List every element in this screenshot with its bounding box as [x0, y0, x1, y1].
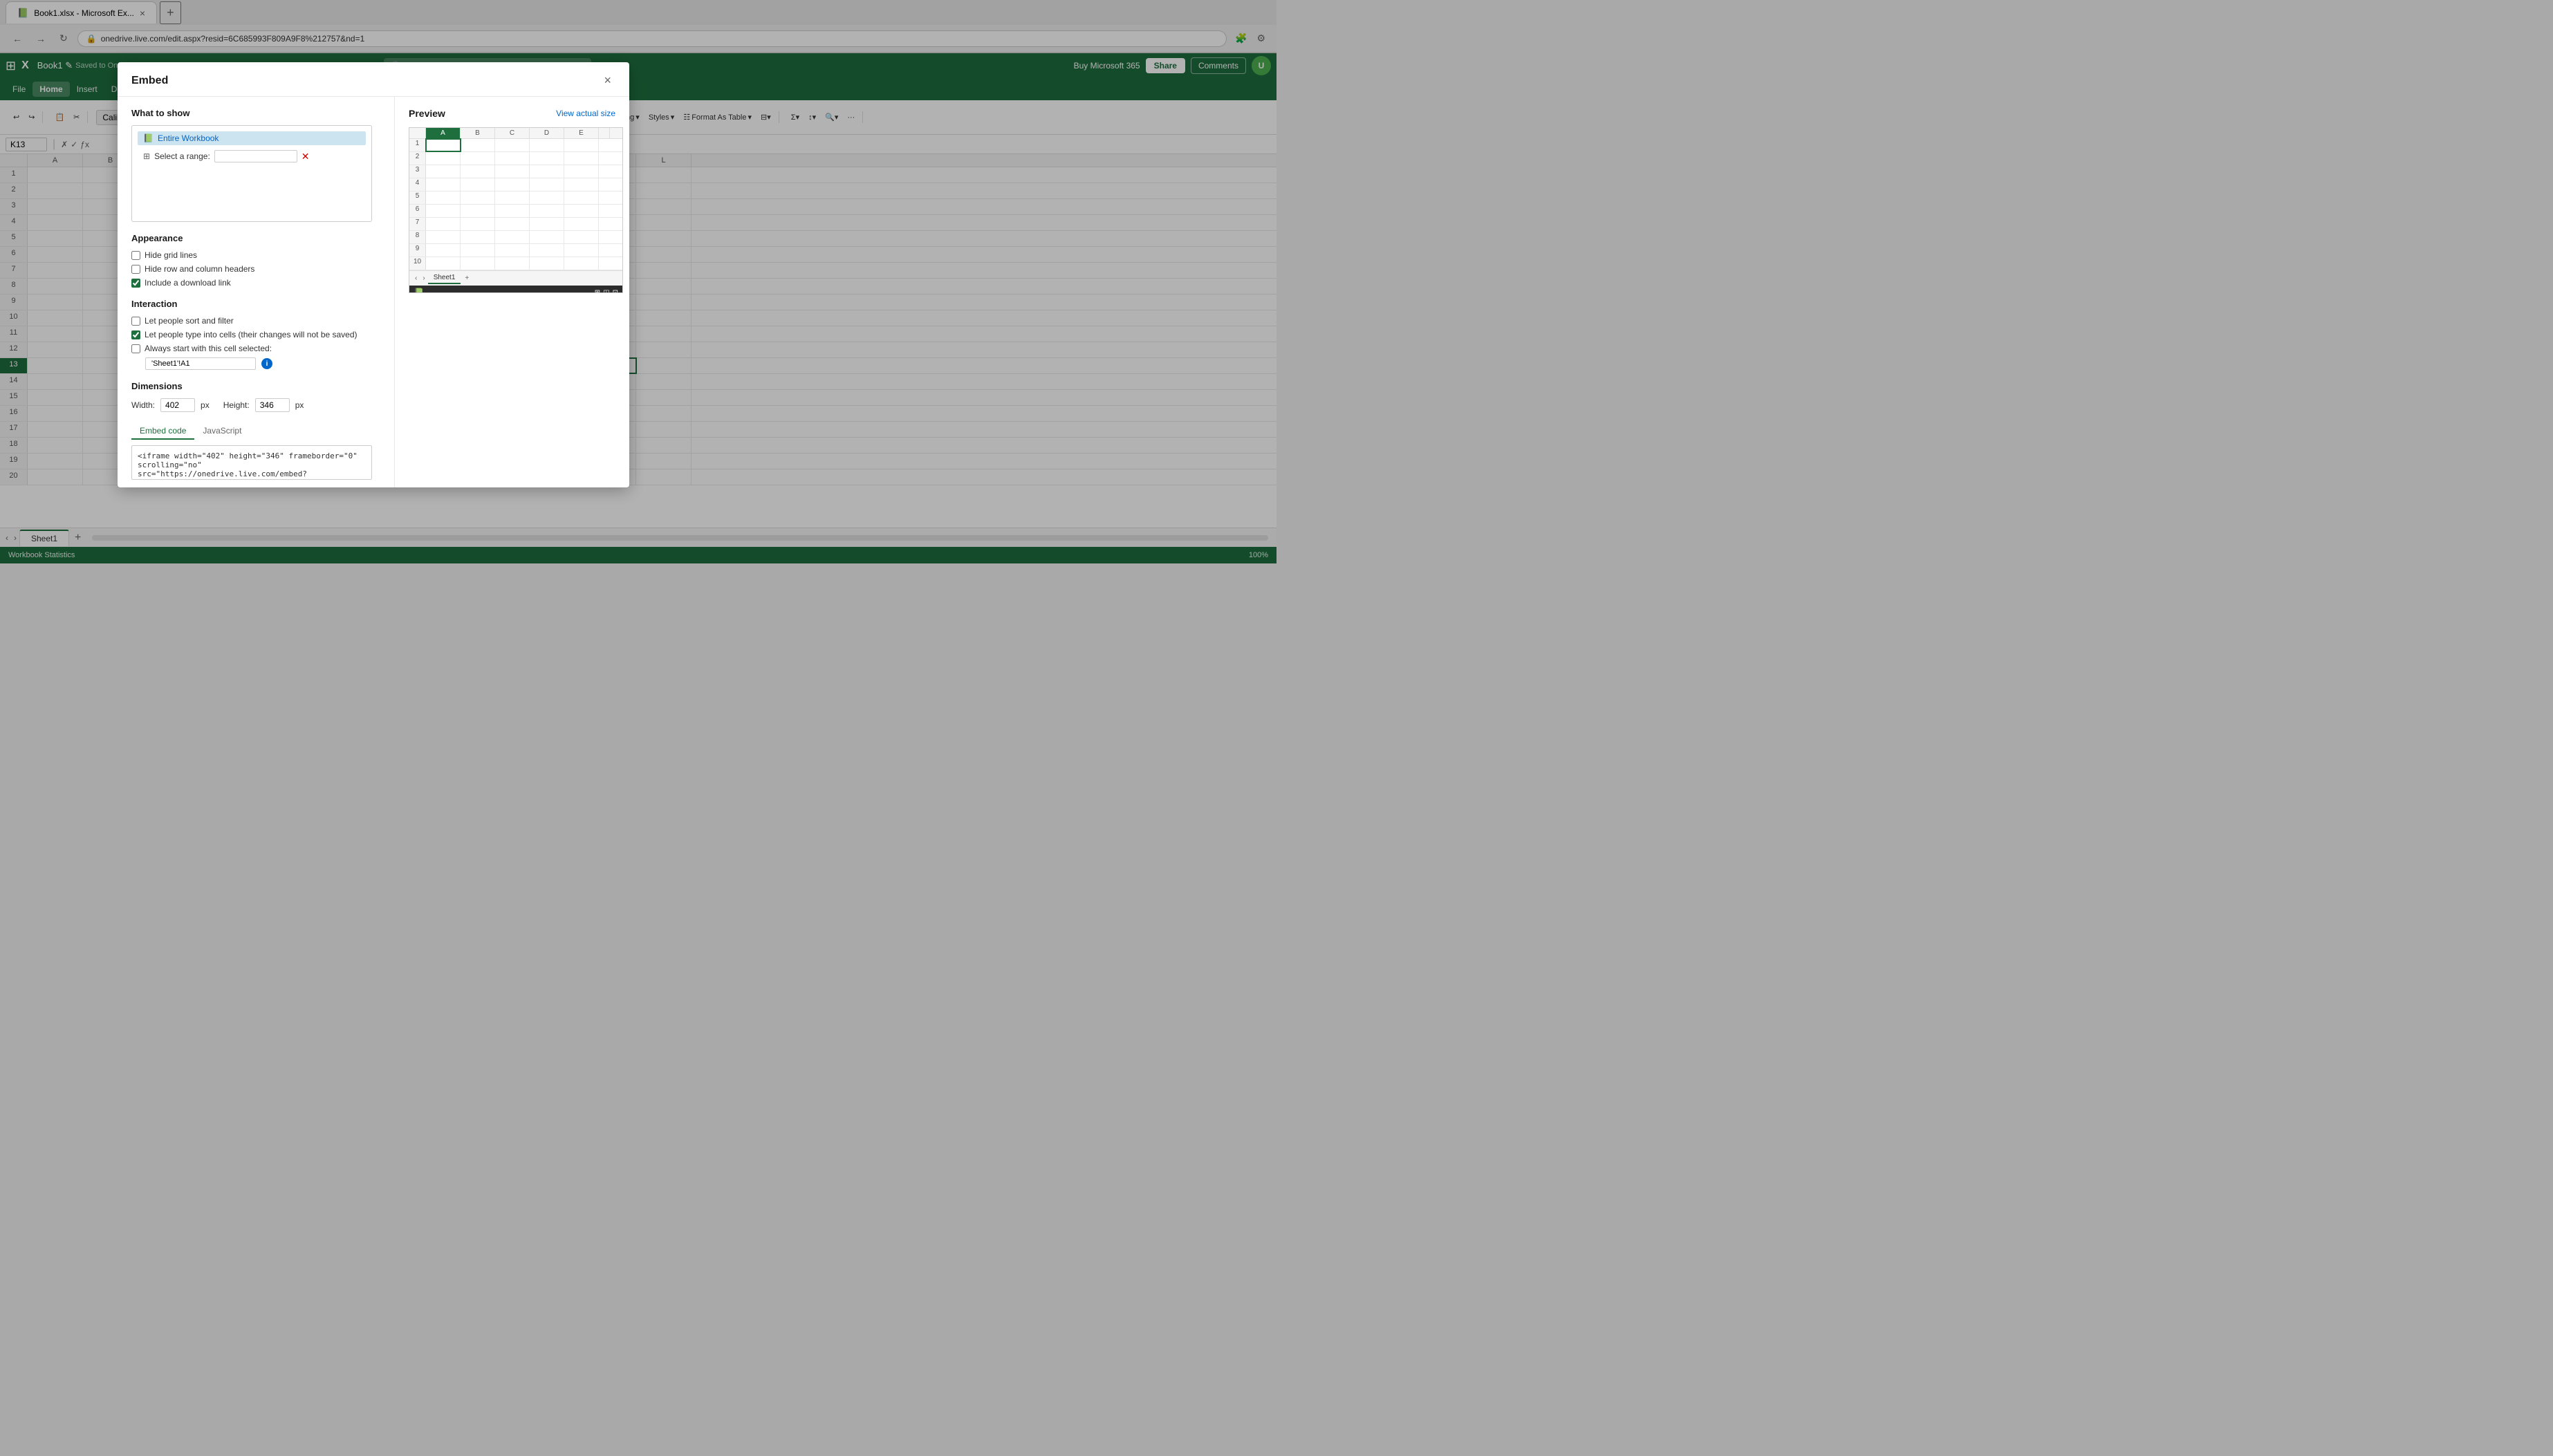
preview-add-sheet[interactable]: + [461, 273, 473, 283]
dialog-close-button[interactable]: × [600, 72, 615, 89]
hide-headers-checkbox[interactable] [131, 265, 140, 274]
dialog-title: Embed [131, 75, 168, 87]
list-item: 8 [409, 231, 622, 244]
embed-code-textarea[interactable]: <iframe width="402" height="346" framebo… [131, 445, 372, 480]
width-label: Width: [131, 400, 155, 410]
let-sort-checkbox[interactable] [131, 317, 140, 326]
preview-col-b: B [461, 128, 495, 138]
view-actual-size-link[interactable]: View actual size [556, 109, 615, 118]
preview-rows: 1 2 3 4 5 6 7 [409, 139, 622, 270]
always-start-label: Always start with this cell selected: [145, 344, 272, 353]
preview-nav-left[interactable]: ‹ [412, 273, 420, 283]
embed-code-section: Embed code JavaScript <iframe width="402… [131, 423, 372, 482]
range-row: ⊞ Select a range: ✕ [138, 148, 366, 165]
dialog-header: Embed × [118, 62, 629, 97]
what-to-show-title: What to show [131, 108, 372, 118]
list-item: 2 [409, 152, 622, 165]
appearance-title: Appearance [131, 233, 372, 243]
preview-footer-btn2[interactable]: ◫ [603, 289, 609, 294]
embed-dialog: Embed × What to show 📗 Entire Workbook [118, 62, 629, 487]
dialog-body: What to show 📗 Entire Workbook ⊞ Select … [118, 97, 629, 487]
preview-corner [409, 128, 426, 138]
preview-excel-footer: 📗 ⊞ ◫ ⊡ [409, 286, 622, 293]
preview-header: Preview View actual size [409, 108, 615, 119]
preview-title: Preview [409, 108, 445, 119]
preview-col-d: D [530, 128, 564, 138]
hide-gridlines-label: Hide grid lines [145, 250, 197, 260]
range-icon: ⊞ [143, 151, 150, 161]
list-item: 7 [409, 218, 622, 231]
range-input[interactable] [214, 150, 297, 162]
preview-footer-btn1[interactable]: ⊞ [595, 289, 600, 294]
list-item: 5 [409, 192, 622, 205]
height-label: Height: [223, 400, 250, 410]
always-start-checkbox[interactable] [131, 344, 140, 353]
let-type-label: Let people type into cells (their change… [145, 330, 358, 339]
preview-col-a: A [426, 128, 461, 138]
list-item: 6 [409, 205, 622, 218]
preview-sheet-tab[interactable]: Sheet1 [428, 272, 461, 284]
preview-excel-icon: 📗 [414, 288, 424, 293]
cell-selected-input[interactable] [145, 357, 256, 370]
embed-code-tabs: Embed code JavaScript [131, 423, 372, 440]
interaction-title: Interaction [131, 299, 372, 309]
range-clear-button[interactable]: ✕ [301, 151, 310, 162]
range-label: Select a range: [154, 151, 210, 161]
dimensions-title: Dimensions [131, 381, 372, 391]
entire-workbook-item[interactable]: 📗 Entire Workbook [138, 131, 366, 145]
include-download-label: Include a download link [145, 278, 231, 288]
list-item: 1 [409, 139, 622, 152]
preview-nav-right[interactable]: › [420, 273, 427, 283]
hide-gridlines-checkbox[interactable] [131, 251, 140, 260]
width-unit: px [201, 400, 210, 410]
cell-selected-row: i [131, 357, 372, 370]
list-item: 3 [409, 165, 622, 178]
include-download-row: Include a download link [131, 278, 372, 288]
hide-headers-label: Hide row and column headers [145, 264, 254, 274]
preview-col-e: E [564, 128, 599, 138]
preview-footer-btn3[interactable]: ⊡ [613, 289, 618, 294]
include-download-checkbox[interactable] [131, 279, 140, 288]
dimensions-section: Dimensions Width: px Height: px [131, 381, 372, 412]
dialog-right-panel: Preview View actual size A B C D [394, 97, 629, 487]
height-unit: px [295, 400, 304, 410]
hide-headers-row: Hide row and column headers [131, 264, 372, 274]
hide-gridlines-row: Hide grid lines [131, 250, 372, 260]
tab-javascript[interactable]: JavaScript [194, 423, 250, 440]
interaction-section: Interaction Let people sort and filter L… [131, 299, 372, 370]
appearance-section: Appearance Hide grid lines Hide row and … [131, 233, 372, 288]
what-to-show-box: 📗 Entire Workbook ⊞ Select a range: ✕ [131, 125, 372, 222]
dimensions-row: Width: px Height: px [131, 398, 372, 412]
dialog-left-panel: What to show 📗 Entire Workbook ⊞ Select … [118, 97, 394, 487]
preview-col-c: C [495, 128, 530, 138]
preview-scroll-col [599, 128, 610, 138]
let-type-row: Let people type into cells (their change… [131, 330, 372, 339]
list-item: 9 [409, 244, 622, 257]
height-input[interactable] [255, 398, 290, 412]
tab-embed-code[interactable]: Embed code [131, 423, 194, 440]
workbook-icon: 📗 [143, 133, 154, 143]
let-type-checkbox[interactable] [131, 330, 140, 339]
modal-overlay: Embed × What to show 📗 Entire Workbook [0, 0, 2553, 1456]
preview-footer-actions: ⊞ ◫ ⊡ [595, 289, 618, 294]
preview-frame: A B C D E 1 [409, 127, 623, 293]
workbook-label: Entire Workbook [158, 133, 219, 143]
preview-col-headers: A B C D E [409, 128, 622, 139]
let-sort-row: Let people sort and filter [131, 316, 372, 326]
always-start-row: Always start with this cell selected: [131, 344, 372, 353]
width-input[interactable] [160, 398, 195, 412]
let-sort-label: Let people sort and filter [145, 316, 234, 326]
list-item: 10 [409, 257, 622, 270]
preview-bottom-bar: ‹ › Sheet1 + [409, 270, 622, 286]
info-icon[interactable]: i [261, 358, 272, 369]
list-item: 4 [409, 178, 622, 192]
